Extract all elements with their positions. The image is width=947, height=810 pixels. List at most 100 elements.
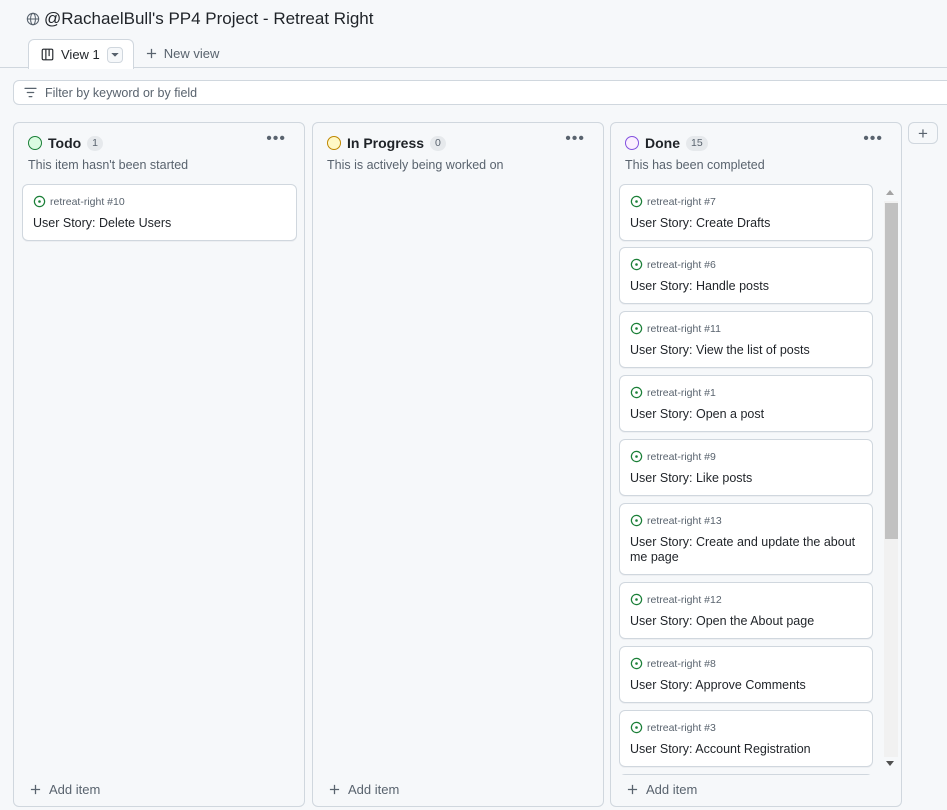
card[interactable]: retreat-right #9 User Story: Like posts: [619, 439, 873, 496]
status-dot-icon: [28, 136, 42, 150]
card-ref-text[interactable]: retreat-right #12: [647, 594, 722, 606]
card[interactable]: retreat-right #12 User Story: Open the A…: [619, 582, 873, 639]
card[interactable]: retreat-right #6 User Story: Handle post…: [619, 247, 873, 304]
add-item-label: Add item: [49, 782, 101, 797]
item-count-badge: 15: [686, 135, 708, 151]
card-ref: retreat-right #10: [33, 195, 125, 208]
column-menu-button[interactable]: •••: [266, 131, 286, 147]
view-options-button[interactable]: [106, 46, 123, 63]
column-header: Todo 1: [28, 135, 104, 151]
scroll-up-arrow[interactable]: [886, 190, 894, 195]
card-ref-text[interactable]: retreat-right #11: [647, 323, 721, 335]
tab-view-1[interactable]: View 1: [28, 39, 134, 69]
card[interactable]: retreat-right #7 User Story: Create Draf…: [619, 184, 873, 241]
card-title[interactable]: User Story: Open a post: [630, 407, 862, 422]
card-title[interactable]: User Story: Delete Users: [33, 216, 286, 231]
card-title[interactable]: User Story: Approve Comments: [630, 678, 862, 693]
column-name: Todo: [48, 135, 82, 151]
card-title[interactable]: User Story: Handle posts: [630, 279, 862, 294]
add-item-button[interactable]: Add item: [30, 782, 100, 797]
card-ref: retreat-right #9: [630, 450, 716, 463]
card[interactable]: retreat-right #1 User Story: Open a post: [619, 375, 873, 432]
scroll-down-arrow[interactable]: [886, 761, 894, 766]
card-ref: retreat-right #8: [630, 657, 716, 670]
tab-label: View 1: [61, 47, 100, 62]
card-ref-text[interactable]: retreat-right #8: [647, 658, 716, 670]
card[interactable]: retreat-right #13 User Story: Create and…: [619, 503, 873, 575]
card[interactable]: retreat-right #8 User Story: Approve Com…: [619, 646, 873, 703]
filter-input[interactable]: [45, 85, 645, 100]
card-ref: retreat-right #11: [630, 322, 721, 335]
add-column-button[interactable]: +: [908, 122, 938, 144]
done-scrollbar[interactable]: [881, 185, 901, 771]
column-header: Done 15: [625, 135, 708, 151]
card-ref: retreat-right #7: [630, 195, 716, 208]
chevron-down-icon: [111, 52, 119, 57]
add-item-button[interactable]: Add item: [627, 782, 697, 797]
status-dot-icon: [625, 136, 639, 150]
card-ref: retreat-right #6: [630, 258, 716, 271]
filter-bar[interactable]: [13, 80, 947, 105]
open-issue-icon: [630, 195, 643, 208]
card-ref: retreat-right #12: [630, 593, 722, 606]
card-partial[interactable]: [619, 774, 873, 775]
card-title[interactable]: User Story: Account Registration: [630, 742, 862, 757]
card-ref: retreat-right #3: [630, 721, 716, 734]
column-name: In Progress: [347, 135, 425, 151]
board-icon: [41, 48, 54, 61]
project-header: @RachaelBull's PP4 Project - Retreat Rig…: [0, 0, 947, 69]
card-ref-text[interactable]: retreat-right #10: [50, 196, 125, 208]
card[interactable]: retreat-right #11 User Story: View the l…: [619, 311, 873, 368]
card-ref-text[interactable]: retreat-right #7: [647, 196, 716, 208]
plus-icon: [627, 784, 638, 795]
status-dot-icon: [327, 136, 341, 150]
new-view-button[interactable]: New view: [134, 38, 232, 68]
add-item-label: Add item: [646, 782, 698, 797]
globe-icon: [26, 12, 40, 26]
card-ref: retreat-right #13: [630, 514, 722, 527]
card-title[interactable]: User Story: Open the About page: [630, 614, 862, 629]
column-header: In Progress 0: [327, 135, 446, 151]
plus-icon: [329, 784, 340, 795]
scroll-thumb[interactable]: [885, 203, 898, 539]
item-count-badge: 0: [430, 135, 446, 151]
open-issue-icon: [630, 657, 643, 670]
column-in-progress: In Progress 0 ••• This is actively being…: [312, 122, 604, 807]
add-item-label: Add item: [348, 782, 400, 797]
card-title[interactable]: User Story: Like posts: [630, 471, 862, 486]
page-title: @RachaelBull's PP4 Project - Retreat Rig…: [44, 9, 374, 28]
add-item-button[interactable]: Add item: [329, 782, 399, 797]
plus-icon: [30, 784, 41, 795]
card[interactable]: retreat-right #10 User Story: Delete Use…: [22, 184, 297, 241]
column-menu-button[interactable]: •••: [565, 131, 585, 147]
open-issue-icon: [630, 514, 643, 527]
column-name: Done: [645, 135, 680, 151]
column-description: This is actively being worked on: [327, 158, 504, 172]
card-ref-text[interactable]: retreat-right #1: [647, 387, 716, 399]
card-ref-text[interactable]: retreat-right #6: [647, 259, 716, 271]
card-ref: retreat-right #1: [630, 386, 716, 399]
column-todo: Todo 1 ••• This item hasn't been started…: [13, 122, 305, 807]
open-issue-icon: [630, 450, 643, 463]
column-done: Done 15 ••• This has been completed retr…: [610, 122, 902, 807]
column-description: This has been completed: [625, 158, 765, 172]
open-issue-icon: [630, 386, 643, 399]
card-title[interactable]: User Story: Create Drafts: [630, 216, 862, 231]
card-ref-text[interactable]: retreat-right #13: [647, 515, 722, 527]
item-count-badge: 1: [87, 135, 104, 151]
card-ref-text[interactable]: retreat-right #9: [647, 451, 716, 463]
done-card-list: retreat-right #7 User Story: Create Draf…: [611, 181, 903, 775]
open-issue-icon: [630, 721, 643, 734]
card-ref-text[interactable]: retreat-right #3: [647, 722, 716, 734]
open-issue-icon: [630, 322, 643, 335]
plus-icon: [146, 48, 156, 58]
filter-icon: [24, 87, 37, 98]
open-issue-icon: [630, 593, 643, 606]
card[interactable]: retreat-right #3 User Story: Account Reg…: [619, 710, 873, 767]
open-issue-icon: [630, 258, 643, 271]
card-title[interactable]: User Story: Create and update the about …: [630, 535, 862, 565]
new-view-label: New view: [163, 45, 220, 61]
column-menu-button[interactable]: •••: [863, 131, 883, 147]
card-title[interactable]: User Story: View the list of posts: [630, 343, 862, 358]
open-issue-icon: [33, 195, 46, 208]
